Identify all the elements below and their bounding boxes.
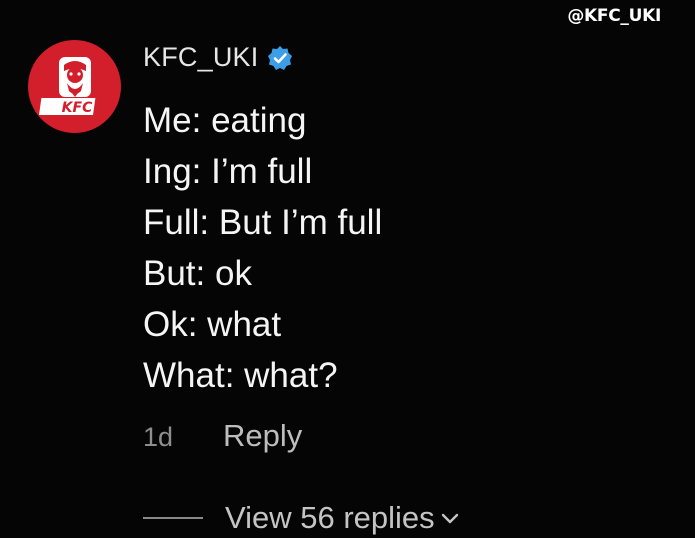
comment-line: Me: eating xyxy=(143,101,307,140)
chevron-down-icon xyxy=(441,513,458,524)
verified-badge-icon xyxy=(268,45,293,70)
username[interactable]: KFC_UKI xyxy=(143,42,258,73)
avatar[interactable]: KFC xyxy=(28,40,121,133)
comment-line: But: ok xyxy=(143,254,252,293)
replies-divider xyxy=(143,517,203,519)
comment-line: Ok: what xyxy=(143,305,282,344)
comment-line: What: what? xyxy=(143,356,338,395)
comment-meta: 1d Reply xyxy=(143,418,302,454)
timestamp: 1d xyxy=(143,422,174,452)
watermark-handle: @KFC_UKI xyxy=(567,6,661,26)
view-replies-row[interactable]: View 56 replies xyxy=(143,500,460,536)
comment-line: Ing: I’m full xyxy=(143,152,313,191)
reply-button[interactable]: Reply xyxy=(223,418,302,454)
view-replies-button[interactable]: View 56 replies xyxy=(225,500,435,536)
comment-header: KFC_UKI xyxy=(143,42,293,73)
kfc-logo-icon: KFC xyxy=(38,56,95,116)
comment-line: Full: But I’m full xyxy=(143,203,383,242)
kfc-logo-text: KFC xyxy=(61,100,92,116)
comment-body: Me: eating Ing: I’m full Full: But I’m f… xyxy=(143,95,382,401)
